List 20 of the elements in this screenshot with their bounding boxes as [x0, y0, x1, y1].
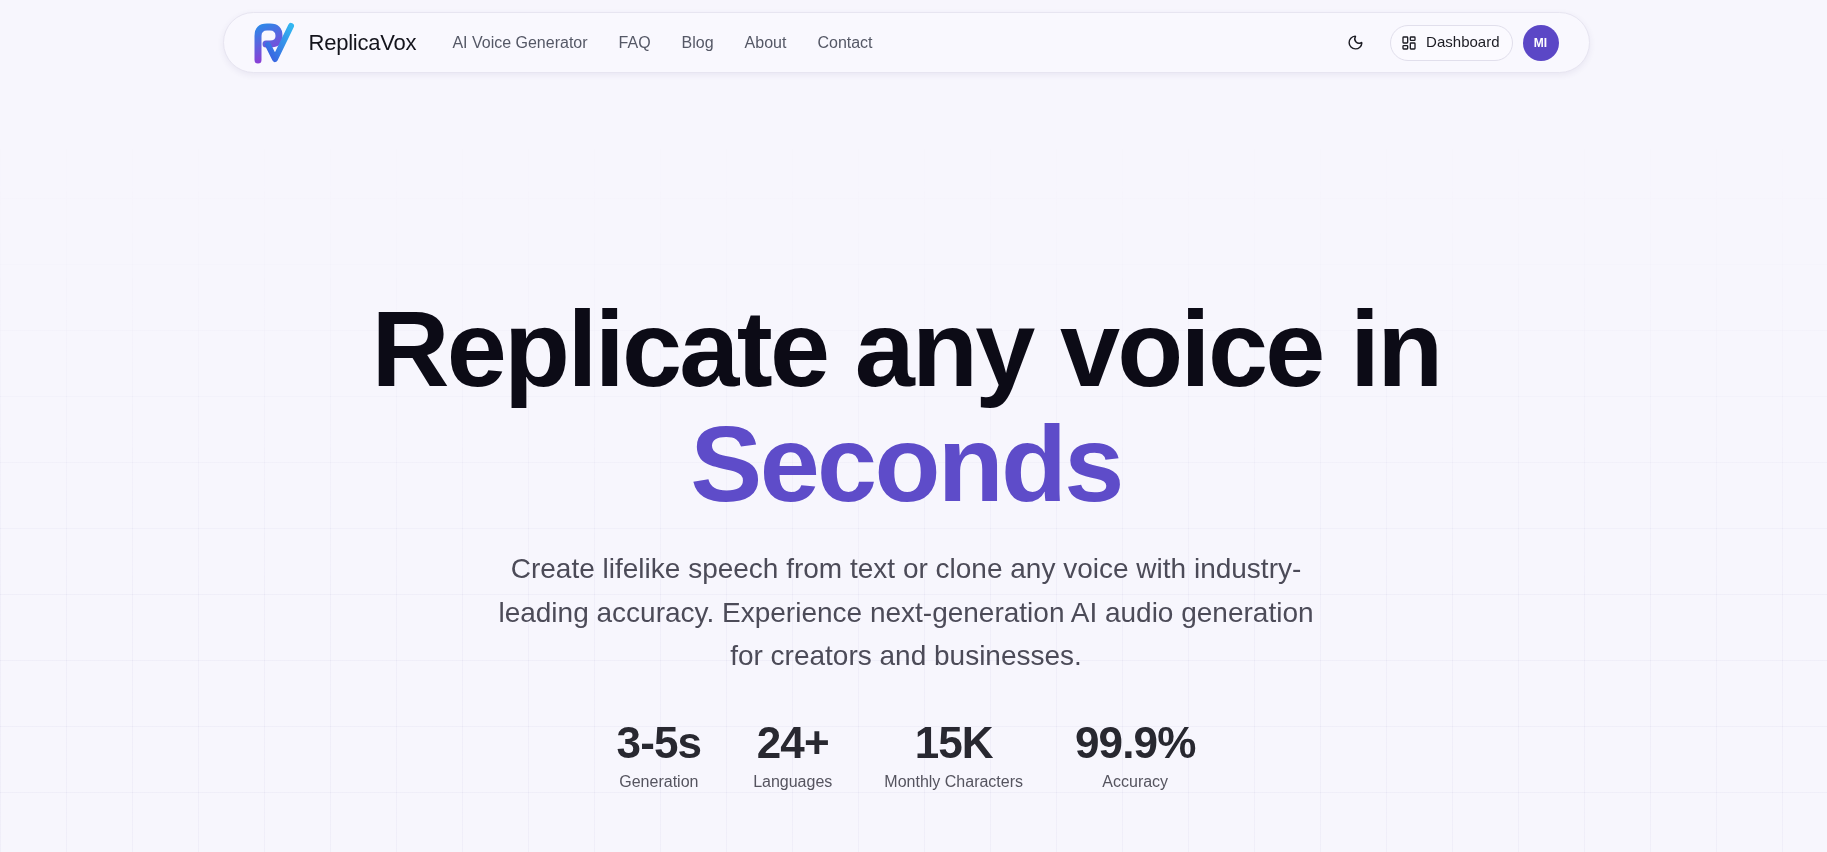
nav-link[interactable]: Contact — [817, 30, 873, 55]
stat-value: 3-5s — [616, 720, 702, 765]
brand-name[interactable]: ReplicaVox — [308, 26, 417, 59]
stat-label: Languages — [753, 771, 833, 792]
nav-link[interactable]: FAQ — [618, 30, 651, 55]
nav-link[interactable]: About — [744, 30, 787, 55]
stat-value: 15K — [914, 720, 993, 765]
user-avatar[interactable]: MI — [1522, 24, 1559, 61]
headline-text: Replicate any voice in — [371, 291, 1441, 406]
stat-label: Accuracy — [1102, 771, 1169, 792]
stat-label: Generation — [619, 771, 699, 792]
stat-value: 99.9% — [1075, 720, 1196, 765]
nav-link[interactable]: Blog — [681, 30, 714, 55]
stat-label: Monthly Characters — [884, 771, 1024, 792]
dashboard-button[interactable]: Dashboard — [1390, 24, 1513, 61]
moon-icon — [1346, 34, 1364, 51]
nav-link[interactable]: AI Voice Generator — [452, 30, 588, 55]
hero-description: Create lifelike speech from text or clone any voice with industry-leading accuracy. Experience next-generation AI audio generation for creators and businesses. — [497, 552, 1315, 673]
dashboard-icon — [1401, 34, 1418, 51]
stat-value: 24+ — [756, 720, 829, 765]
